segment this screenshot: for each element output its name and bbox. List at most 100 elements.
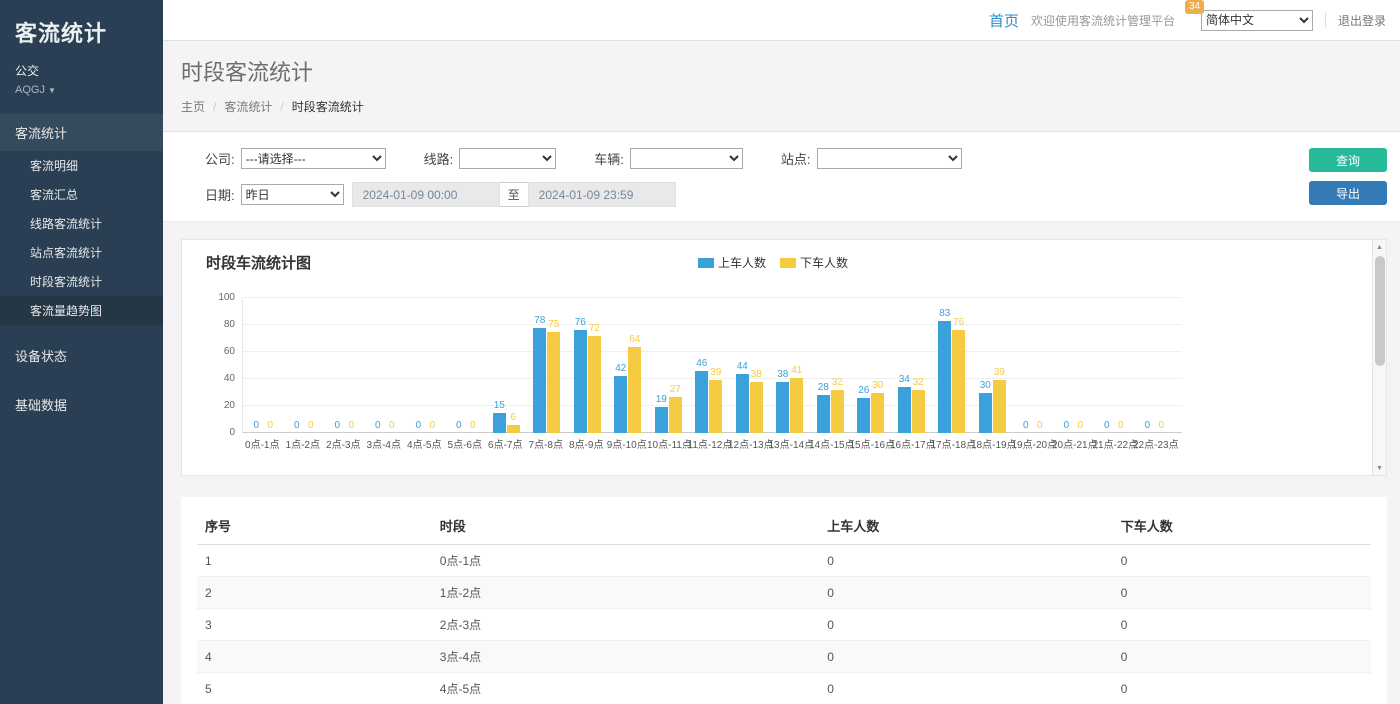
bar-value-label: 72: [589, 323, 600, 334]
bar-boarding: 30: [979, 393, 992, 434]
bar-value-label: 39: [710, 367, 721, 378]
profile-block: 公交 AQGJ▼: [0, 56, 163, 114]
bar-boarding: 28: [817, 395, 830, 433]
profile-user-dropdown[interactable]: AQGJ▼: [15, 84, 148, 96]
sidebar-item[interactable]: 客流明细: [0, 151, 163, 180]
topbar-divider: [1325, 12, 1326, 28]
bar-boarding: 83: [938, 321, 951, 433]
x-tick-label: 1点-2点: [283, 436, 324, 451]
x-tick-label: 12点-13点: [728, 436, 769, 451]
bar-value-label: 0: [334, 420, 340, 431]
bar-alighting: 38: [750, 382, 763, 433]
bar-group: 00: [324, 298, 365, 433]
station-select[interactable]: [817, 148, 962, 169]
bar-boarding: 38: [776, 382, 789, 433]
chart-scrollbar[interactable]: ▲ ▼: [1372, 240, 1386, 475]
bar-alighting: 39: [993, 380, 1006, 433]
bar-value-label: 38: [751, 369, 762, 380]
bar-value-label: 0: [267, 420, 273, 431]
sidebar-menu: 客流统计客流明细客流汇总线路客流统计站点客流统计时段客流统计客流量趋势图设备状态…: [0, 114, 163, 423]
y-tick-label: 40: [224, 373, 235, 384]
bar-value-label: 0: [389, 420, 395, 431]
query-button[interactable]: 查询: [1309, 148, 1387, 172]
bar-value-label: 0: [1063, 420, 1069, 431]
chevron-down-icon: ▼: [48, 86, 56, 95]
scrollbar-thumb[interactable]: [1375, 256, 1385, 366]
date-end-input[interactable]: [528, 182, 676, 207]
company-select[interactable]: ---请选择---: [241, 148, 386, 169]
table-cell: 3: [197, 609, 432, 641]
bar-value-label: 0: [375, 420, 381, 431]
sidebar-section-0[interactable]: 客流统计: [0, 114, 163, 151]
bar-group: 2630: [851, 298, 892, 433]
breadcrumb-home[interactable]: 主页: [181, 98, 205, 115]
chart-bars: 0000000000001567875767242641927463944383…: [243, 298, 1175, 433]
bar-alighting: 76: [952, 330, 965, 433]
breadcrumb-section[interactable]: 客流统计: [224, 98, 272, 115]
language-select[interactable]: 简体中文: [1201, 10, 1313, 31]
breadcrumb-separator: /: [213, 100, 216, 114]
sidebar-item[interactable]: 客流量趋势图: [0, 296, 163, 325]
bar-group: 4264: [608, 298, 649, 433]
app-title[interactable]: 客流统计: [0, 0, 163, 56]
bar-alighting: 72: [588, 336, 601, 433]
bar-value-label: 30: [980, 380, 991, 391]
topbar: 首页 欢迎使用客流统计管理平台 34 简体中文 退出登录: [163, 0, 1400, 41]
bar-value-label: 0: [1037, 420, 1043, 431]
bar-group: 156: [486, 298, 527, 433]
legend-boarding[interactable]: 上车人数: [698, 254, 766, 271]
bar-group: 00: [243, 298, 284, 433]
bar-value-label: 28: [818, 382, 829, 393]
vehicle-select[interactable]: [630, 148, 743, 169]
bar-boarding: 44: [736, 374, 749, 433]
profile-user-name: AQGJ: [15, 84, 45, 96]
page-title: 时段客流统计: [181, 55, 1387, 87]
sidebar-item[interactable]: 线路客流统计: [0, 209, 163, 238]
bar-alighting: 27: [669, 397, 682, 433]
breadcrumb-current: 时段客流统计: [292, 98, 364, 115]
bar-value-label: 46: [696, 358, 707, 369]
logout-link[interactable]: 退出登录: [1338, 12, 1386, 29]
bar-alighting: 75: [547, 332, 560, 433]
legend-alighting[interactable]: 下车人数: [780, 254, 848, 271]
sidebar-item[interactable]: 客流汇总: [0, 180, 163, 209]
table-row: 32点-3点00: [197, 609, 1371, 641]
date-range-select[interactable]: 昨日: [241, 184, 344, 205]
date-label: 日期:: [205, 185, 235, 204]
bar-boarding: 15: [493, 413, 506, 433]
bar-boarding: 26: [857, 398, 870, 433]
x-tick-label: 18点-19点: [971, 436, 1012, 451]
scroll-down-icon[interactable]: ▼: [1373, 461, 1386, 475]
export-button[interactable]: 导出: [1309, 181, 1387, 205]
sidebar-section-1[interactable]: 设备状态: [0, 337, 163, 374]
company-filter: 公司: ---请选择---: [205, 148, 386, 169]
scroll-up-icon[interactable]: ▲: [1373, 240, 1386, 254]
station-label: 站点:: [781, 149, 811, 168]
header-index: 序号: [197, 507, 432, 545]
bar-value-label: 0: [1104, 420, 1110, 431]
x-tick-label: 19点-20点: [1012, 436, 1053, 451]
bar-value-label: 0: [1023, 420, 1029, 431]
bar-group: 7672: [567, 298, 608, 433]
bar-value-label: 32: [913, 377, 924, 388]
bar-chart: 020406080100 000000000000156787576724264…: [206, 298, 1340, 433]
date-start-input[interactable]: [352, 182, 500, 207]
legend-swatch-yellow: [780, 258, 796, 268]
sidebar-item[interactable]: 时段客流统计: [0, 267, 163, 296]
table-cell: 0: [1113, 641, 1371, 673]
vehicle-label: 车辆:: [594, 149, 624, 168]
breadcrumb-separator: /: [280, 100, 283, 114]
line-label: 线路:: [424, 149, 454, 168]
bar-value-label: 0: [1118, 420, 1124, 431]
x-tick-label: 2点-3点: [323, 436, 364, 451]
sidebar-item[interactable]: 站点客流统计: [0, 238, 163, 267]
sidebar-section-2[interactable]: 基础数据: [0, 386, 163, 423]
table-cell: 0: [819, 609, 1113, 641]
x-tick-label: 6点-7点: [485, 436, 526, 451]
table-cell: 1: [197, 545, 432, 577]
bar-value-label: 27: [670, 384, 681, 395]
home-link[interactable]: 首页: [989, 10, 1019, 31]
line-select[interactable]: [459, 148, 556, 169]
x-tick-label: 11点-12点: [688, 436, 729, 451]
x-tick-label: 13点-14点: [769, 436, 810, 451]
